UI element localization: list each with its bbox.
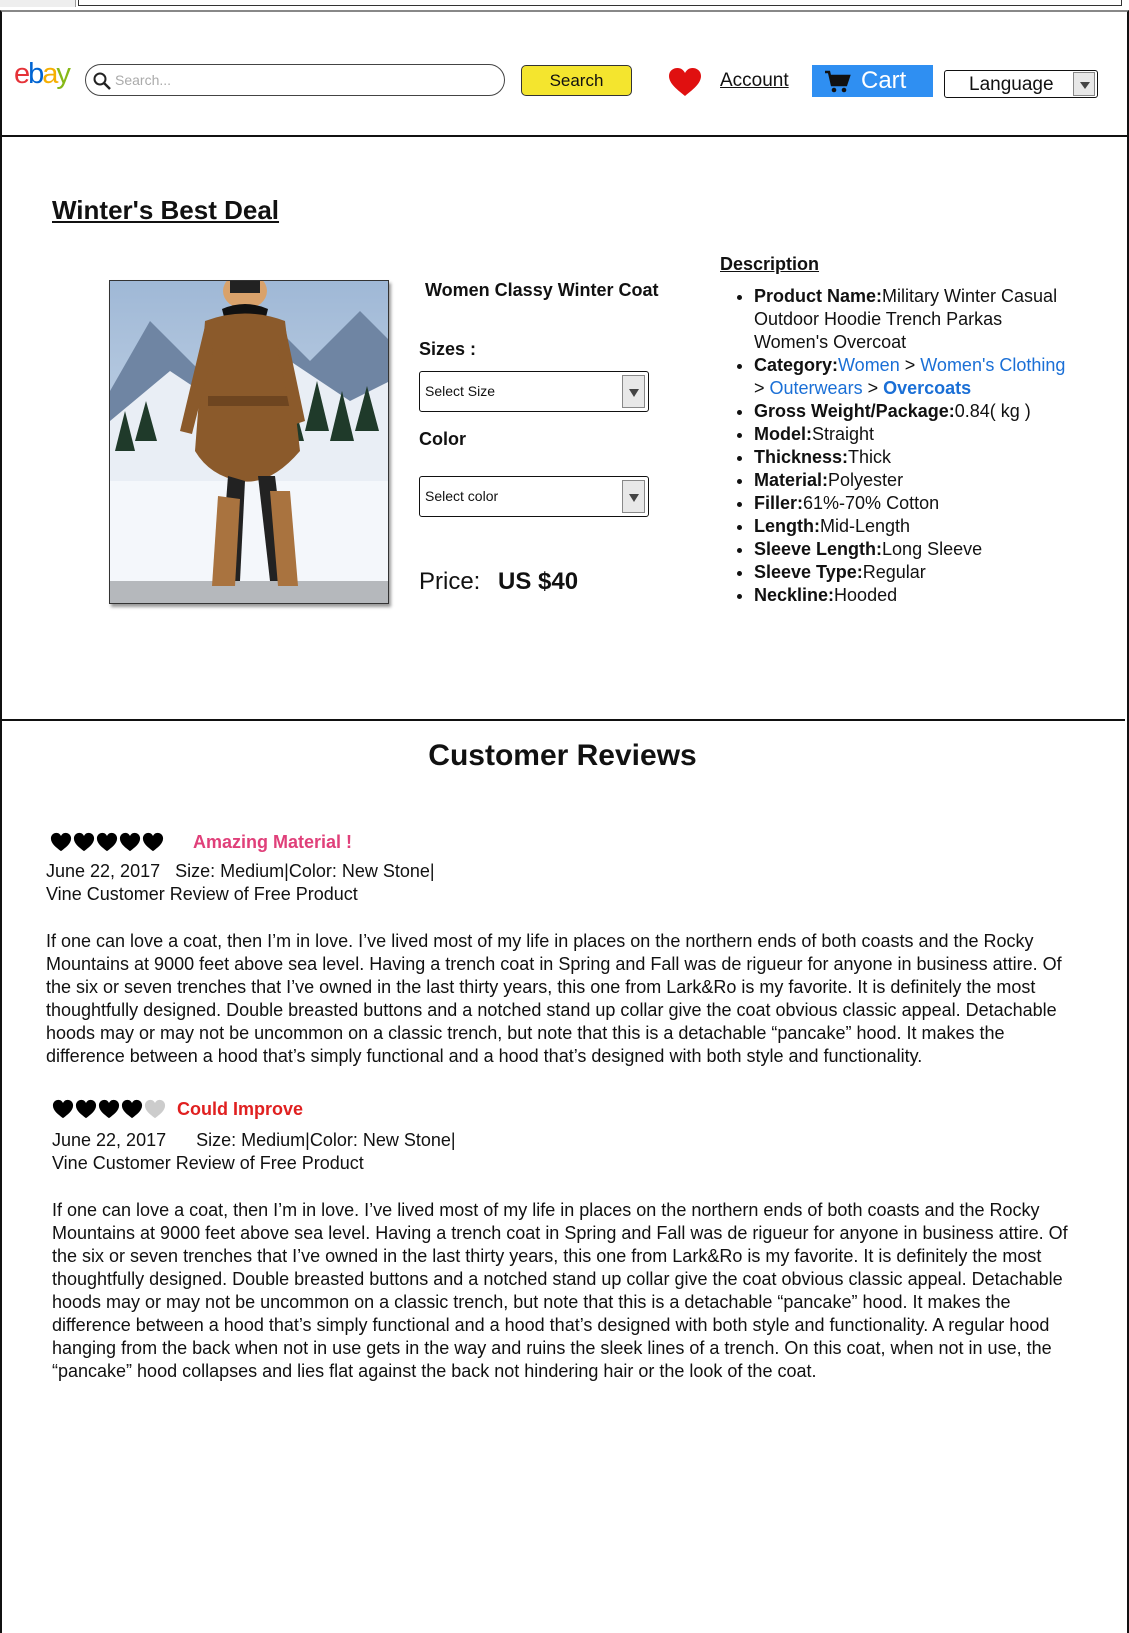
language-label: Language — [969, 74, 1054, 95]
address-bar[interactable] — [78, 0, 1122, 6]
review-details: Size: Medium|Color: New Stone| — [175, 861, 435, 881]
product-name: Women Classy Winter Coat — [425, 280, 659, 300]
category-link-womens-clothing[interactable]: Women's Clothing — [920, 355, 1065, 375]
browser-tab[interactable] — [0, 0, 76, 7]
heart-empty-icon — [144, 1099, 166, 1119]
chevron-down-icon[interactable] — [622, 480, 645, 513]
price-label: Price: — [419, 568, 481, 595]
heart-filled-icon — [119, 832, 141, 852]
header-divider — [0, 135, 1129, 137]
search-input[interactable] — [113, 69, 493, 91]
sizes-label: Sizes : — [419, 339, 477, 359]
spec-gross-weight: Gross Weight/Package:0.84( kg ) — [754, 400, 1078, 423]
section-title: Winter's Best Deal — [52, 195, 280, 225]
wishlist-heart-icon[interactable] — [668, 67, 702, 97]
review-details: Size: Medium|Color: New Stone| — [196, 1130, 456, 1150]
review-date: June 22, 2017 — [46, 861, 161, 881]
review-body: If one can love a coat, then I’m in love… — [52, 1200, 1068, 1381]
category-link-outerwears[interactable]: Outerwears — [770, 378, 863, 398]
heart-filled-icon — [121, 1099, 143, 1119]
chevron-down-icon[interactable] — [622, 375, 645, 408]
description-title: Description — [720, 254, 820, 274]
color-label: Color — [419, 429, 466, 449]
language-select[interactable]: Language — [944, 70, 1098, 98]
review-vine-note: Vine Customer Review of Free Product — [46, 884, 358, 904]
chevron-down-icon[interactable] — [1073, 72, 1095, 96]
cart-label: Cart — [861, 67, 907, 94]
section-divider — [0, 719, 1125, 721]
size-select-value: Select Size — [425, 383, 496, 399]
review-date: June 22, 2017 — [52, 1130, 167, 1150]
heart-filled-icon — [96, 832, 118, 852]
review-headline: Amazing Material ! — [193, 832, 353, 852]
spec-model: Model:Straight — [754, 423, 1078, 446]
description-list: Product Name:Military Winter Casual Outd… — [728, 285, 1078, 607]
spec-length: Length:Mid-Length — [754, 515, 1078, 538]
review-rating — [50, 831, 164, 853]
color-select[interactable]: Select color — [419, 476, 649, 517]
category-link-overcoats[interactable]: Overcoats — [883, 378, 971, 398]
search-field — [85, 64, 505, 96]
spec-thickness: Thickness:Thick — [754, 446, 1078, 469]
account-link[interactable]: Account — [720, 70, 789, 92]
review-meta: June 22, 2017 Size: Medium|Color: New St… — [52, 1130, 456, 1151]
review-rating — [52, 1098, 166, 1120]
heart-filled-icon — [142, 832, 164, 852]
search-icon — [93, 72, 111, 90]
coat-photo — [110, 281, 388, 603]
price-value: US $40 — [498, 568, 579, 595]
spec-product-name: Product Name:Military Winter Casual Outd… — [754, 285, 1078, 354]
review-vine-note: Vine Customer Review of Free Product — [52, 1153, 364, 1173]
review-body: If one can love a coat, then I’m in love… — [46, 931, 1062, 1066]
spec-category: Category:Women > Women's Clothing> Outer… — [754, 354, 1078, 400]
search-button[interactable]: Search — [521, 65, 632, 96]
heart-filled-icon — [50, 832, 72, 852]
category-link-women[interactable]: Women — [838, 355, 900, 375]
product-image[interactable] — [109, 280, 389, 604]
cart-button[interactable]: Cart — [812, 65, 933, 97]
spec-material: Material:Polyester — [754, 469, 1078, 492]
spec-filler: Filler:61%-70% Cotton — [754, 492, 1078, 515]
heart-filled-icon — [52, 1099, 74, 1119]
ebay-logo[interactable]: ebay — [14, 58, 71, 91]
color-select-value: Select color — [425, 488, 499, 504]
cart-icon — [825, 70, 851, 93]
spec-sleeve-length: Sleeve Length:Long Sleeve — [754, 538, 1078, 561]
spec-sleeve-type: Sleeve Type:Regular — [754, 561, 1078, 584]
heart-filled-icon — [75, 1099, 97, 1119]
review-headline: Could Improve — [177, 1099, 304, 1119]
heart-filled-icon — [73, 832, 95, 852]
spec-neckline: Neckline:Hooded — [754, 584, 1078, 607]
size-select[interactable]: Select Size — [419, 371, 649, 412]
reviews-title: Customer Reviews — [428, 739, 697, 772]
page-frame — [0, 10, 1129, 1633]
heart-filled-icon — [98, 1099, 120, 1119]
review-meta: June 22, 2017 Size: Medium|Color: New St… — [46, 861, 435, 882]
